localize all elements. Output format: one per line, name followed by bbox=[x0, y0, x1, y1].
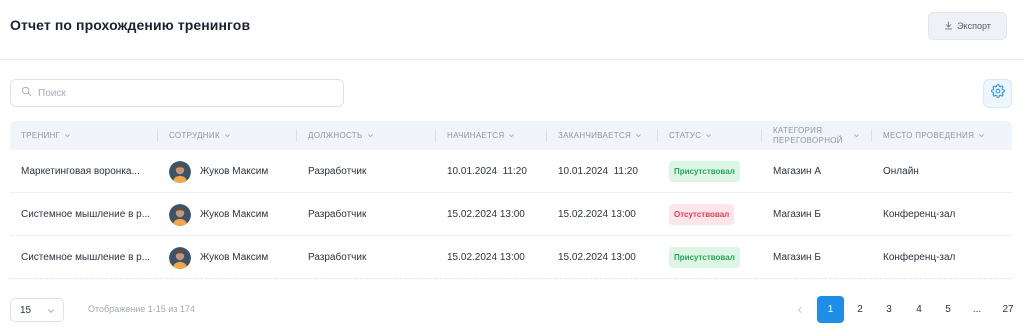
column-header-status[interactable]: Статус bbox=[657, 121, 712, 150]
column-header-end[interactable]: Заканчивается bbox=[546, 121, 642, 150]
chevron-down-icon bbox=[47, 309, 55, 314]
column-header-room-category[interactable]: Категория переговорной bbox=[761, 121, 860, 150]
training-cell: Системное мышление в р... bbox=[21, 252, 151, 263]
page-size-select[interactable]: 15 bbox=[10, 298, 64, 322]
table-row[interactable]: Системное мышление в р... Жуков Максим Р… bbox=[10, 236, 1012, 279]
table-row[interactable]: Маркетинговая воронка... Жуков Максим Ра… bbox=[10, 150, 1012, 193]
page-size-value: 15 bbox=[20, 304, 32, 316]
status-badge: Отсутствовал bbox=[669, 204, 735, 225]
gear-icon bbox=[990, 84, 1005, 103]
page-button-2[interactable]: 2 bbox=[848, 296, 872, 323]
training-cell: Маркетинговая воронка... bbox=[21, 166, 140, 177]
pagination-ellipsis: ... bbox=[972, 304, 982, 315]
column-header-start[interactable]: Начинается bbox=[435, 121, 515, 150]
table-row[interactable]: Системное мышление в р... Жуков Максим Р… bbox=[10, 193, 1012, 236]
column-header-position[interactable]: Должность bbox=[296, 121, 374, 150]
page-button-3[interactable]: 3 bbox=[877, 296, 901, 323]
position-cell: Разработчик bbox=[308, 166, 367, 177]
prev-page-button[interactable] bbox=[788, 296, 812, 323]
status-cell: Присутствовал bbox=[669, 150, 740, 193]
room-category-cell: Магазин Б bbox=[773, 209, 821, 220]
end-cell: 15.02.2024 13:00 bbox=[558, 209, 636, 220]
end-cell: 15.02.2024 13:00 bbox=[558, 252, 636, 263]
avatar bbox=[169, 246, 191, 269]
chevron-down-icon bbox=[706, 134, 712, 138]
room-category-cell: Магазин Б bbox=[773, 252, 821, 263]
page-button-4[interactable]: 4 bbox=[907, 296, 931, 323]
table-body: Маркетинговая воронка... Жуков Максим Ра… bbox=[10, 150, 1012, 279]
position-cell: Разработчик bbox=[308, 252, 367, 263]
download-icon bbox=[944, 20, 953, 32]
chevron-down-icon bbox=[224, 134, 230, 138]
employee-cell: Жуков Максим bbox=[169, 193, 268, 236]
page-button-27[interactable]: 27 bbox=[996, 296, 1020, 323]
table-settings-button[interactable] bbox=[983, 79, 1012, 108]
start-cell: 15.02.2024 13:00 bbox=[447, 209, 525, 220]
page-header: Отчет по прохождению тренингов Экспорт bbox=[0, 0, 1024, 60]
page-title: Отчет по прохождению тренингов bbox=[10, 17, 251, 33]
status-cell: Отсутствовал bbox=[669, 193, 735, 236]
end-cell: 10.01.2024 11:20 bbox=[558, 166, 638, 177]
position-cell: Разработчик bbox=[308, 209, 367, 220]
employee-name: Жуков Максим bbox=[200, 252, 269, 263]
chevron-down-icon bbox=[636, 134, 642, 138]
page-button-5[interactable]: 5 bbox=[936, 296, 960, 323]
chevron-down-icon bbox=[979, 134, 985, 138]
column-header-employee[interactable]: Сотрудник bbox=[157, 121, 231, 150]
room-category-cell: Магазин А bbox=[773, 166, 822, 177]
export-label: Экспорт bbox=[957, 21, 991, 31]
employee-cell: Жуков Максим bbox=[169, 150, 268, 193]
place-cell: Онлайн bbox=[883, 166, 919, 177]
start-cell: 15.02.2024 13:00 bbox=[447, 252, 525, 263]
status-cell: Присутствовал bbox=[669, 236, 740, 279]
chevron-down-icon bbox=[65, 134, 71, 138]
table-header: Тренинг Сотрудник Должность Начинается З… bbox=[10, 121, 1012, 150]
search-box[interactable] bbox=[10, 79, 344, 107]
place-cell: Конференц-зал bbox=[883, 252, 956, 263]
trainings-table: Тренинг Сотрудник Должность Начинается З… bbox=[10, 121, 1012, 279]
training-cell: Системное мышление в р... bbox=[21, 209, 151, 220]
status-badge: Присутствовал bbox=[669, 161, 740, 182]
avatar bbox=[169, 203, 191, 226]
chevron-down-icon bbox=[367, 134, 373, 138]
employee-name: Жуков Максим bbox=[200, 166, 269, 177]
employee-cell: Жуков Максим bbox=[169, 236, 268, 279]
search-icon bbox=[21, 84, 32, 102]
export-button[interactable]: Экспорт bbox=[928, 12, 1007, 40]
chevron-down-icon bbox=[854, 134, 859, 138]
column-header-place[interactable]: Место проведения bbox=[871, 121, 985, 150]
avatar bbox=[169, 160, 191, 183]
records-info: Отображение 1-15 из 174 bbox=[88, 304, 195, 314]
employee-name: Жуков Максим bbox=[200, 209, 269, 220]
place-cell: Конференц-зал bbox=[883, 209, 956, 220]
search-input[interactable] bbox=[38, 87, 328, 99]
column-header-training[interactable]: Тренинг bbox=[21, 121, 71, 150]
start-cell: 10.01.2024 11:20 bbox=[447, 166, 527, 177]
chevron-down-icon bbox=[509, 134, 515, 138]
page-button-1[interactable]: 1 bbox=[817, 296, 844, 323]
chevron-left-icon bbox=[797, 306, 802, 313]
status-badge: Присутствовал bbox=[669, 247, 740, 268]
